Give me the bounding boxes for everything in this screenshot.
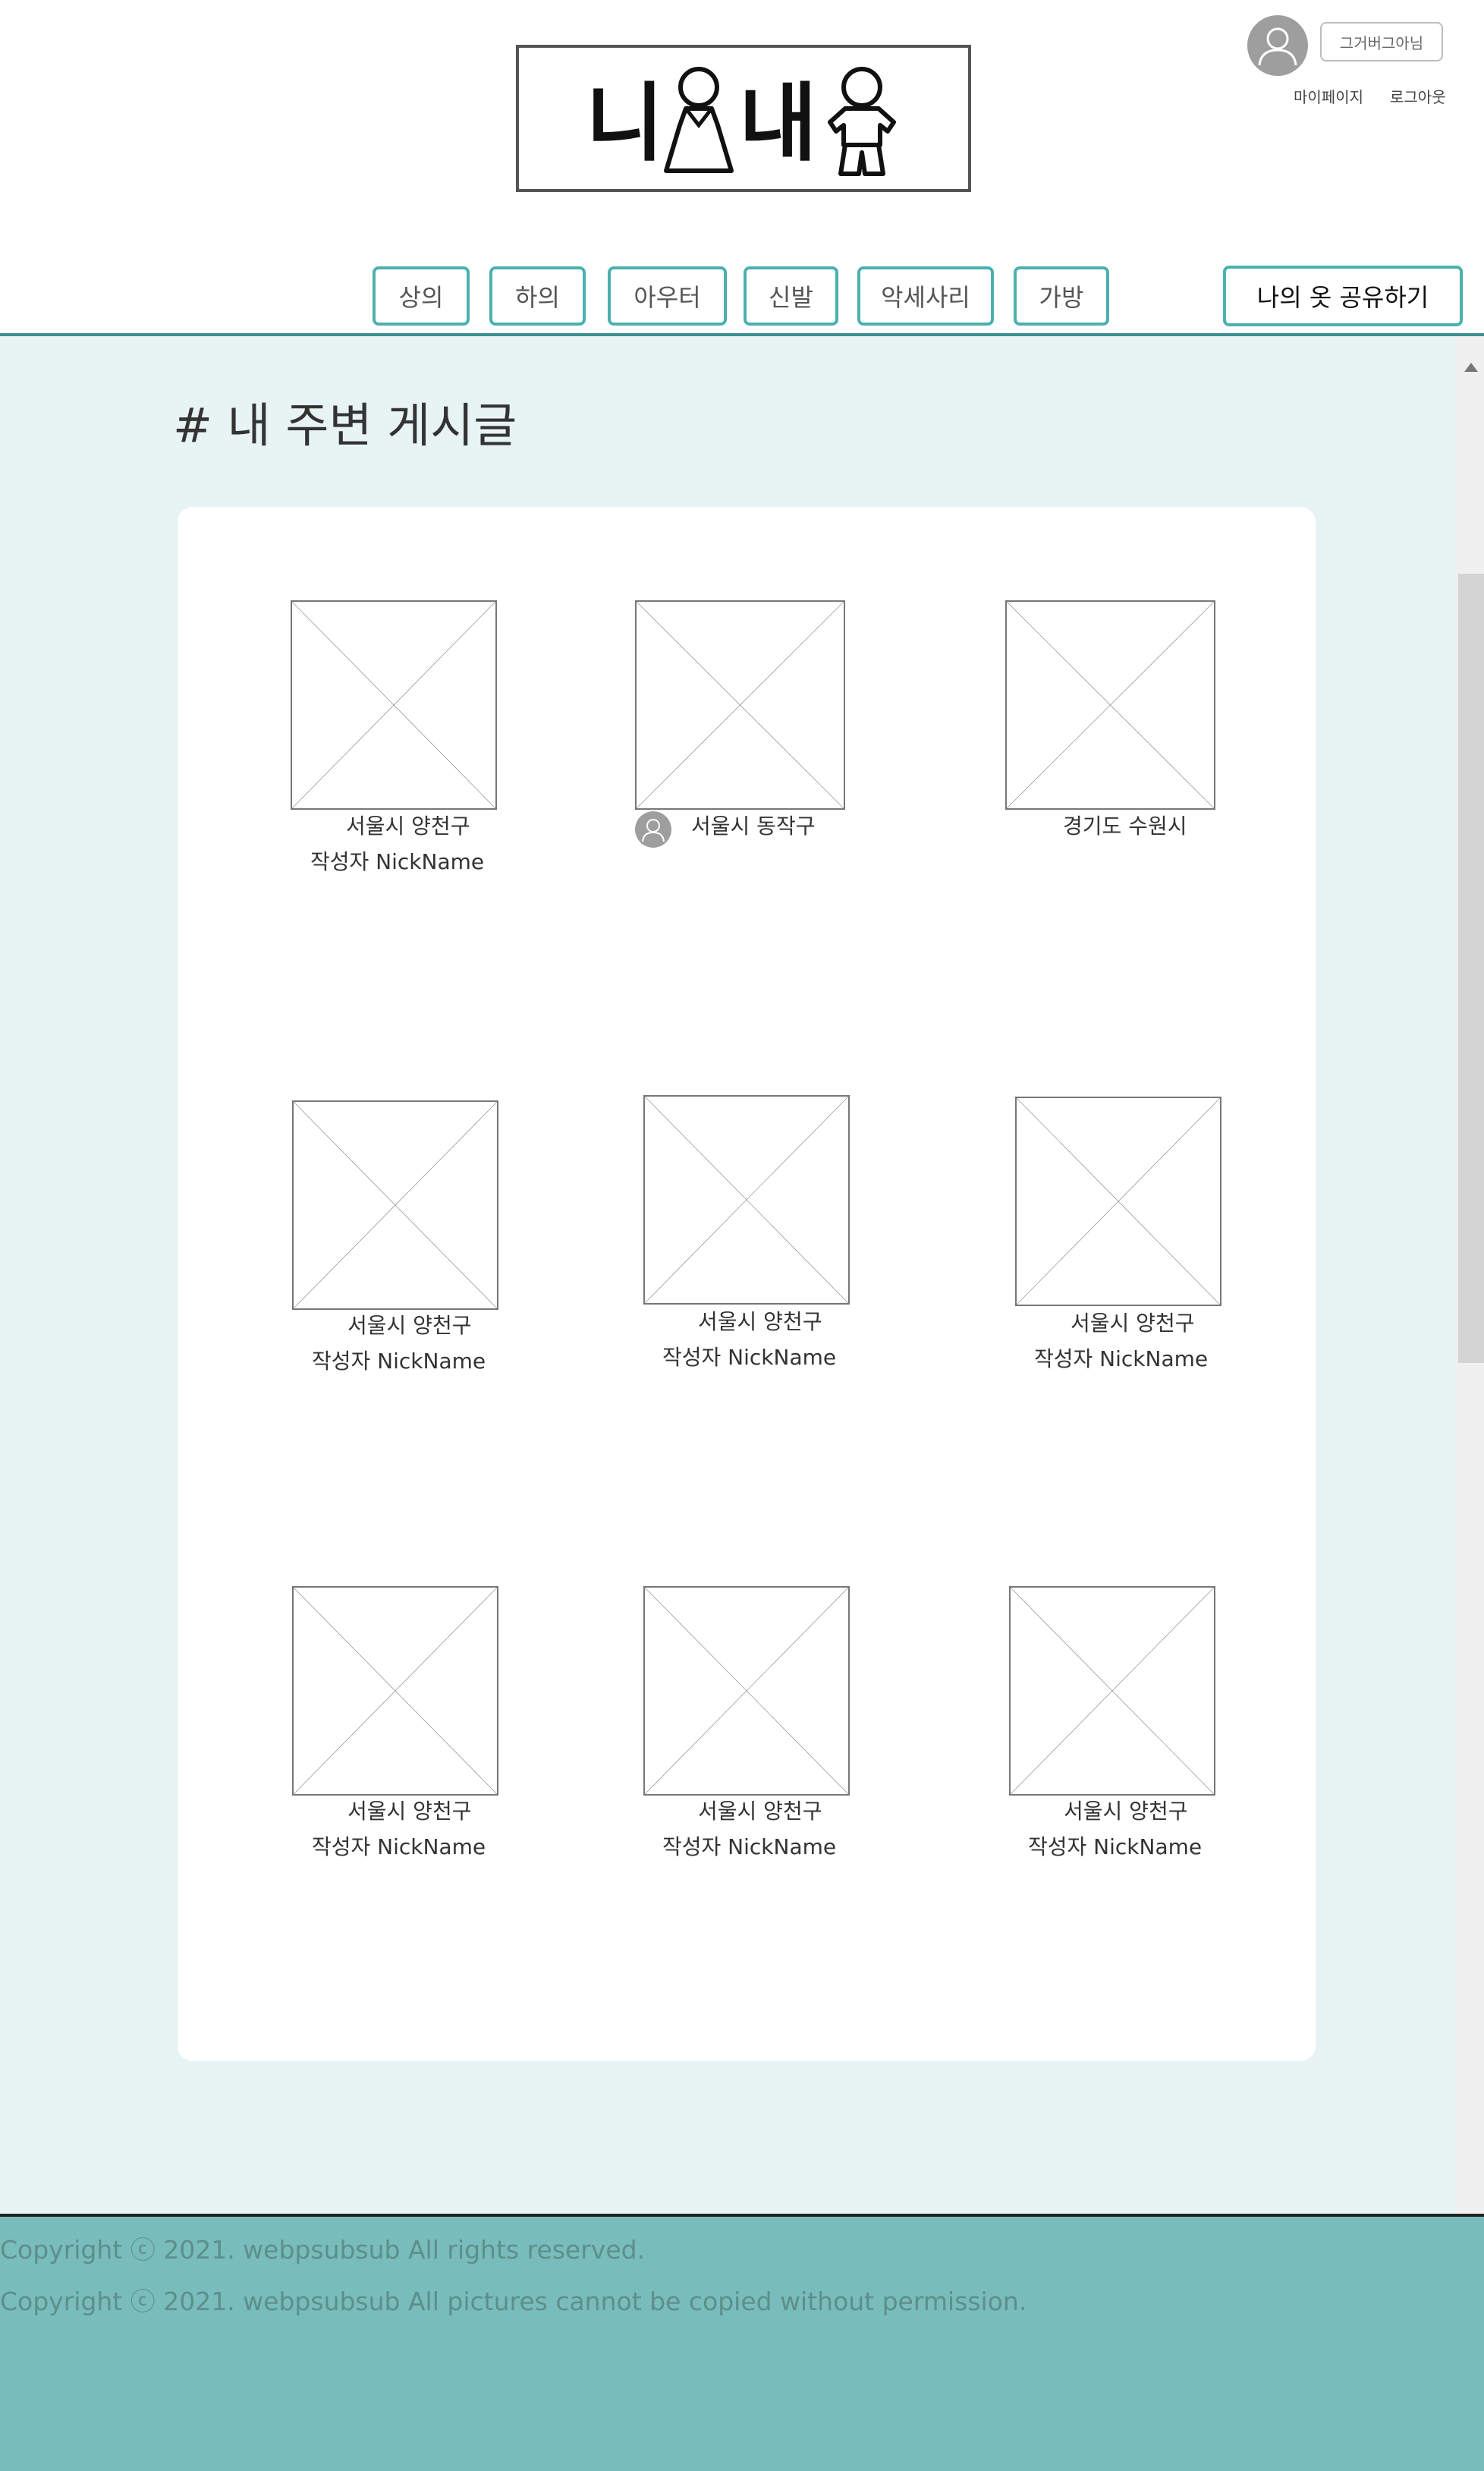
post-image-placeholder[interactable] [292, 1586, 498, 1796]
mypage-link[interactable]: 마이페이지 [1294, 85, 1363, 107]
image-placeholder-icon [294, 1588, 497, 1794]
post-author[interactable]: 작성자 NickName [312, 1345, 486, 1375]
post-author[interactable]: 작성자 NickName [312, 1830, 486, 1861]
logo-char-ni: 니 [586, 74, 665, 173]
post-location: 서울시 양천구 [698, 1799, 822, 1824]
user-icon [1258, 27, 1297, 66]
nav-shoes[interactable]: 신발 [744, 266, 838, 326]
post-location: 서울시 양천구 [698, 1309, 822, 1334]
nav-bottoms[interactable]: 하의 [489, 266, 586, 326]
post-author[interactable]: 작성자 NickName [310, 845, 484, 876]
nav-tops[interactable]: 상의 [373, 266, 470, 326]
post-author-avatar[interactable] [635, 811, 671, 848]
share-clothes-button[interactable]: 나의 옷 공유하기 [1223, 266, 1463, 326]
image-placeholder-icon [1017, 1098, 1220, 1305]
logo-char-nae: 내 [739, 74, 818, 173]
post-image-placeholder[interactable] [291, 600, 497, 810]
image-placeholder-icon [1011, 1588, 1214, 1794]
copyright-notice: Copyright ⓒ 2021. webpsubsub All picture… [0, 2287, 1027, 2316]
image-placeholder-icon [292, 602, 495, 808]
image-placeholder-icon [645, 1097, 848, 1303]
post-image-placeholder[interactable] [1015, 1097, 1221, 1306]
post-image-placeholder[interactable] [292, 1100, 498, 1310]
username-badge[interactable]: 그거버그아님 [1320, 22, 1443, 61]
post-location: 서울시 동작구 [691, 814, 816, 839]
post-location: 서울시 양천구 [1071, 1311, 1195, 1336]
site-footer: Copyright ⓒ 2021. webpsubsub All rights … [0, 2217, 1484, 2471]
nav-bags[interactable]: 가방 [1014, 266, 1109, 326]
post-author[interactable]: 작성자 NickName [1028, 1830, 1202, 1861]
site-logo[interactable]: 니 내 [516, 45, 971, 192]
post-location: 경기도 수원시 [1063, 814, 1187, 839]
nav-outer[interactable]: 아우터 [608, 266, 727, 326]
image-placeholder-icon [1007, 602, 1214, 808]
girl-figure-icon [664, 67, 734, 173]
post-location: 서울시 양천구 [346, 814, 470, 839]
post-location: 서울시 양천구 [347, 1799, 472, 1824]
post-image-placeholder[interactable] [1005, 600, 1215, 810]
post-location: 서울시 양천구 [347, 1313, 472, 1338]
site-header: 니 내 그거버그아님 마이페이지 로그아웃 상의 하의 아우터 신발 악세사리 … [0, 0, 1484, 336]
copyright-text: Copyright ⓒ 2021. webpsubsub All rights … [0, 2235, 646, 2265]
post-image-placeholder[interactable] [643, 1586, 850, 1796]
image-placeholder-icon [294, 1102, 497, 1308]
boy-figure-icon [828, 67, 896, 176]
nav-accessories[interactable]: 악세사리 [857, 266, 994, 326]
post-image-placeholder[interactable] [643, 1095, 850, 1305]
image-placeholder-icon [637, 602, 844, 808]
user-icon [642, 819, 665, 842]
post-author[interactable]: 작성자 NickName [662, 1830, 836, 1861]
scrollbar-thumb[interactable] [1458, 574, 1484, 1363]
section-title: # 내 주변 게시글 [173, 398, 517, 453]
image-placeholder-icon [645, 1588, 848, 1794]
post-image-placeholder[interactable] [1009, 1586, 1215, 1796]
scroll-up-arrow-icon[interactable] [1464, 363, 1478, 372]
user-avatar[interactable] [1247, 15, 1308, 76]
logout-link[interactable]: 로그아웃 [1390, 85, 1446, 107]
post-location: 서울시 양천구 [1064, 1799, 1188, 1824]
post-author[interactable]: 작성자 NickName [1034, 1343, 1208, 1373]
post-author[interactable]: 작성자 NickName [662, 1341, 836, 1371]
post-image-placeholder[interactable] [635, 600, 845, 810]
